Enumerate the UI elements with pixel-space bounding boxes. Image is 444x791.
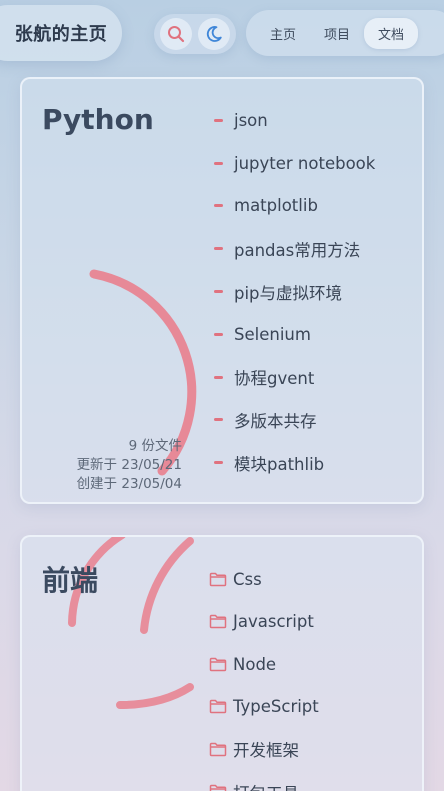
nav-item-projects[interactable]: 项目 [310,18,364,49]
doc-link-label: matplotlib [234,196,318,216]
folder-icon [209,784,227,791]
file-count: 9 份文件 [128,438,182,454]
folder-link-label: Javascript [233,612,314,632]
search-button[interactable] [160,18,192,50]
doc-link-label: pandas常用方法 [234,240,361,260]
moon-icon [206,26,222,42]
dash-bullet-icon [214,204,223,208]
main-nav: 主页 项目 文档 [246,10,444,56]
folder-link-label: TypeScript [233,697,319,717]
dash-bullet-icon [214,332,223,336]
dash-bullet-icon [214,161,223,165]
site-brand[interactable]: 张航的主页 [0,5,122,61]
doc-link[interactable]: Selenium [214,313,375,356]
updated-date: 更新于 23/05/21 [76,457,182,473]
folder-link[interactable]: Javascript [209,601,319,644]
dash-bullet-icon [214,461,223,465]
doc-list: json jupyter notebook matplotlib pandas常… [214,99,375,484]
toolbar-icon-group [154,14,236,54]
doc-link[interactable]: jupyter notebook [214,142,375,185]
dash-bullet-icon [214,418,223,422]
doc-link[interactable]: json [214,99,375,142]
doc-card-frontend[interactable]: 前端 Css Javascript Node TypeScript 开发框架 打… [20,535,424,791]
folder-icon [209,657,227,672]
doc-card-python[interactable]: Python 9 份文件 更新于 23/05/21 创建于 23/05/04 j… [20,77,424,504]
doc-link[interactable]: 模块pathlib [214,441,375,484]
doc-link-label: jupyter notebook [234,153,376,173]
dash-bullet-icon [214,375,223,379]
dash-bullet-icon [214,247,223,251]
doc-link-label: pip与虚拟环境 [234,283,343,303]
folder-link[interactable]: Css [209,558,319,601]
card-title: Python [42,103,154,136]
doc-link[interactable]: matplotlib [214,185,375,228]
folder-link-label: Node [233,654,277,674]
folder-link-label: 打包工具 [233,780,299,791]
folder-link[interactable]: 打包工具 [209,771,319,791]
folder-link[interactable]: TypeScript [209,686,319,729]
created-date: 创建于 23/05/04 [76,476,182,492]
doc-link[interactable]: 协程gvent [214,356,375,399]
dash-bullet-icon [214,118,223,122]
folder-list: Css Javascript Node TypeScript 开发框架 打包工具 [209,558,319,791]
doc-link-label: Selenium [234,324,311,344]
folder-link[interactable]: 开发框架 [209,728,319,771]
doc-link-label: 协程gvent [234,369,315,389]
search-icon [168,26,185,43]
doc-link-label: json [234,110,268,130]
folder-link-label: 开发框架 [233,741,299,761]
folder-icon [209,614,227,629]
site-title: 张航的主页 [14,24,108,45]
nav-item-docs[interactable]: 文档 [364,17,419,49]
dash-bullet-icon [214,290,223,294]
folder-link[interactable]: Node [209,643,319,686]
card-title: 前端 [42,564,99,597]
folder-link-label: Css [233,569,262,589]
doc-link[interactable]: pandas常用方法 [214,227,375,270]
folder-icon [209,742,227,757]
doc-link[interactable]: 多版本共存 [214,399,375,442]
theme-toggle-button[interactable] [198,18,230,50]
doc-link-label: 多版本共存 [234,411,317,431]
card-meta: 9 份文件 更新于 23/05/21 创建于 23/05/04 [42,437,182,494]
folder-icon [209,699,227,714]
doc-link[interactable]: pip与虚拟环境 [214,270,375,313]
doc-link-label: 模块pathlib [234,454,325,474]
nav-item-home[interactable]: 主页 [256,18,310,49]
folder-icon [209,572,227,587]
